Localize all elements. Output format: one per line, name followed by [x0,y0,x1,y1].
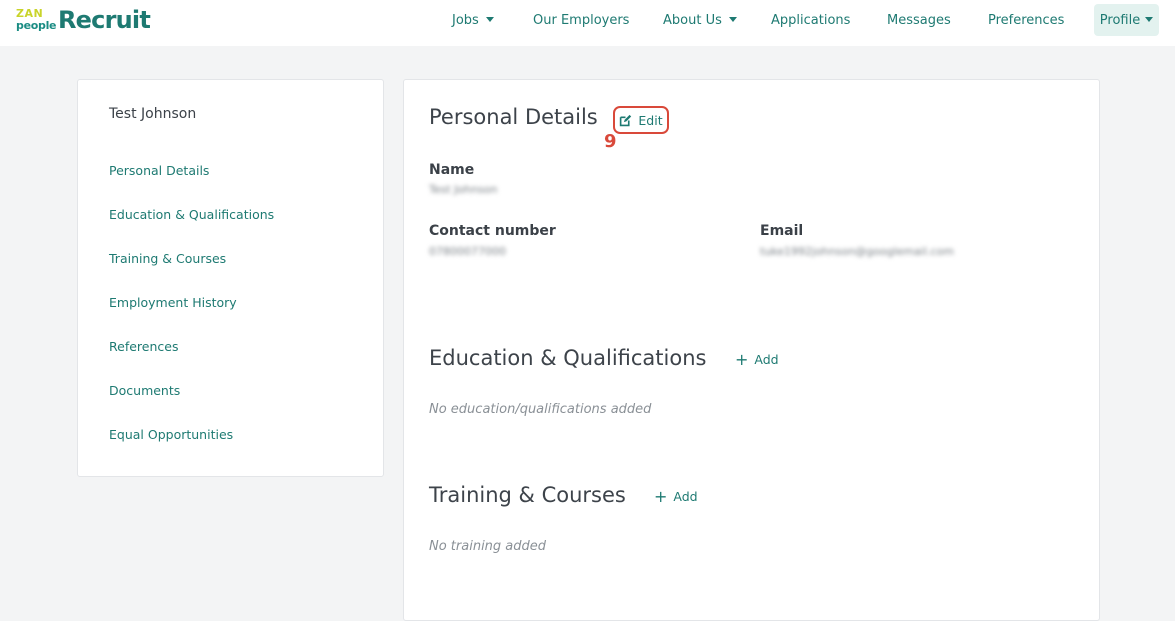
nav-messages[interactable]: Messages [887,13,951,29]
step-number-badge: 9 [604,131,617,152]
add-training-button[interactable]: + Add [654,486,698,506]
sidebar-item-documents[interactable]: Documents [109,383,180,398]
contact-number-label: Contact number [429,223,556,239]
nav-preferences[interactable]: Preferences [988,13,1064,29]
logo-mark-bottom: people [16,19,57,32]
logo-mark-top: ZAN [16,7,44,20]
nav-our-employers[interactable]: Our Employers [533,13,629,29]
education-heading: Education & Qualifications [429,346,707,370]
nav-profile-label: Profile [1099,12,1141,28]
logo-wordmark: Recruit [58,6,151,34]
personal-details-heading: Personal Details [429,105,598,129]
training-heading: Training & Courses [429,483,626,507]
caret-down-icon [1145,16,1154,22]
name-value: Test Johnson [429,183,498,196]
sidebar-item-references[interactable]: References [109,339,178,354]
caret-down-icon [485,17,494,22]
nav-applications[interactable]: Applications [771,13,850,29]
email-label: Email [760,223,804,239]
edit-personal-details-button[interactable]: Edit [613,106,669,134]
profile-main-panel: Personal Details Edit 9 Name Test Johnso… [403,79,1100,621]
add-training-label: Add [673,489,698,504]
training-empty-message: No training added [429,539,547,554]
sidebar-item-education[interactable]: Education & Qualifications [109,207,274,222]
plus-icon: + [735,349,749,369]
name-label: Name [429,162,475,178]
email-value: tuke1992johnson@googlemail.com [760,245,954,258]
plus-icon: + [654,486,668,506]
top-navigation-bar: ZAN people Recruit Jobs Our Employers Ab… [0,0,1175,46]
sidebar-item-personal-details[interactable]: Personal Details [109,163,209,178]
logo-mark: ZAN people [16,5,57,35]
nav-about-us-dropdown[interactable]: About Us [663,13,737,29]
nav-profile-dropdown[interactable]: Profile [1094,4,1159,36]
zan-recruit-logo[interactable]: ZAN people Recruit [16,4,151,36]
nav-about-label: About Us [663,13,722,28]
add-education-button[interactable]: + Add [735,349,779,369]
caret-down-icon [728,17,737,22]
sidebar-item-employment-history[interactable]: Employment History [109,295,237,310]
edit-label: Edit [638,112,663,128]
profile-sidebar: Test Johnson Personal Details Education … [77,79,384,477]
nav-jobs-dropdown[interactable]: Jobs [452,13,494,29]
sidebar-user-name: Test Johnson [109,106,197,122]
add-education-label: Add [754,352,779,367]
nav-jobs-label: Jobs [452,13,479,28]
contact-number-value: 07800077000 [429,245,506,258]
sidebar-item-training[interactable]: Training & Courses [109,251,226,266]
education-empty-message: No education/qualifications added [429,402,652,417]
edit-icon [620,114,632,126]
sidebar-item-equal-opportunities[interactable]: Equal Opportunities [109,427,233,442]
